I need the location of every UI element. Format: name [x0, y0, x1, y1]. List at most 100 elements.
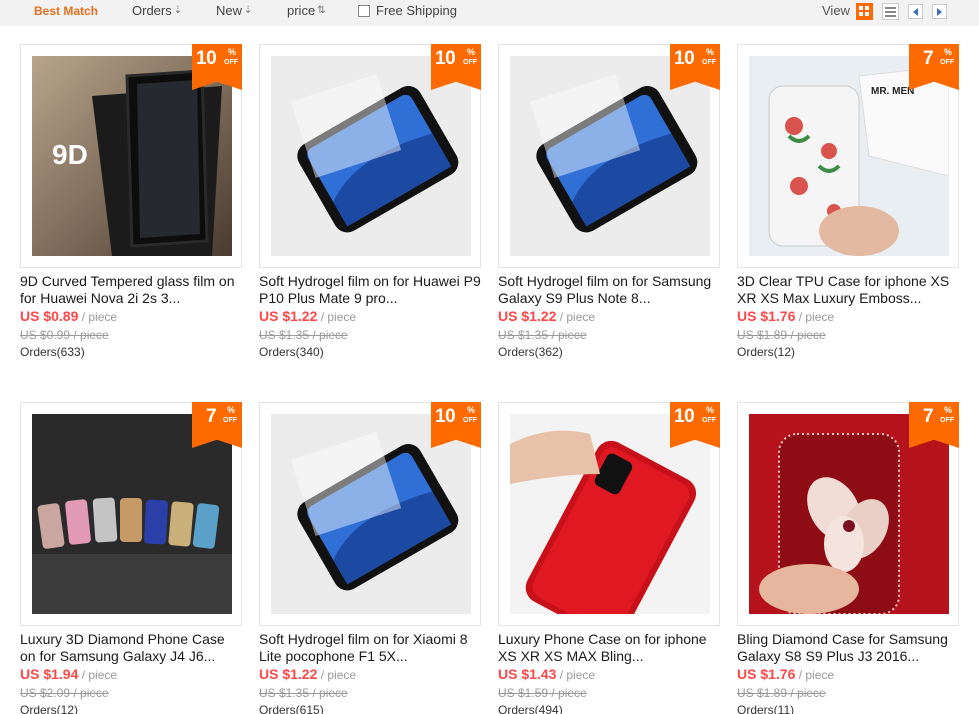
original-price: US $1.35 / piece — [259, 686, 348, 700]
discount-percent-sign: % — [943, 405, 952, 415]
discount-value: 10 — [196, 48, 217, 69]
product-image-frame[interactable]: 9D 10 % OFF — [20, 44, 242, 268]
chevron-left-icon — [913, 7, 918, 16]
price-unit: / piece — [556, 668, 596, 682]
prev-page-button[interactable] — [908, 4, 923, 19]
discount-off-label: OFF — [463, 417, 477, 424]
price-unit: / piece — [795, 310, 835, 324]
discount-off-label: OFF — [940, 59, 954, 66]
product-image-frame[interactable]: 7 % OFF — [20, 402, 242, 626]
product-image-frame[interactable]: 10 % OFF — [498, 44, 720, 268]
order-count: Orders(494) — [498, 703, 563, 714]
product-image-caption: MR. MEN — [871, 86, 914, 97]
product-image-frame[interactable]: 10 % OFF — [259, 44, 481, 268]
price-value: US $1.22 — [259, 308, 318, 324]
original-price: US $1.89 / piece — [737, 328, 826, 342]
product-image-frame[interactable]: MR. MEN 7 % OFF — [737, 44, 959, 268]
product-title[interactable]: Luxury 3D Diamond Phone Case on for Sams… — [20, 631, 242, 665]
order-count: Orders(362) — [498, 345, 563, 359]
original-price: US $0.99 / piece — [20, 328, 109, 342]
discount-value: 10 — [674, 48, 695, 69]
order-count: Orders(11) — [737, 703, 795, 714]
discount-off-label: OFF — [702, 417, 716, 424]
discount-value: 10 — [674, 406, 695, 427]
price-unit: / piece — [317, 310, 357, 324]
discount-off-label: OFF — [940, 417, 954, 424]
price-value: US $1.22 — [259, 666, 318, 682]
sort-price-label: price — [287, 3, 316, 18]
sort-orders-label: Orders — [132, 3, 172, 18]
discount-percent-sign: % — [466, 405, 475, 415]
product-price: US $1.22 / piece — [259, 308, 356, 324]
sort-orders[interactable]: Orders ⇣ — [132, 3, 182, 18]
product-title[interactable]: Soft Hydrogel film on for Xiaomi 8 Lite … — [259, 631, 481, 665]
free-shipping-label: Free Shipping — [376, 3, 457, 18]
order-count: Orders(633) — [20, 345, 85, 359]
discount-off-label: OFF — [224, 59, 238, 66]
product-title[interactable]: Luxury Phone Case on for iphone XS XR XS… — [498, 631, 720, 665]
product-image-frame[interactable]: 10 % OFF — [498, 402, 720, 626]
price-unit: / piece — [317, 668, 357, 682]
product-image-caption: 9D — [52, 139, 88, 170]
next-page-button[interactable] — [932, 4, 947, 19]
list-view-icon — [885, 7, 896, 17]
discount-percent-sign: % — [705, 47, 714, 57]
grid-view-button[interactable] — [856, 3, 873, 20]
product-title[interactable]: Soft Hydrogel film on for Huawei P9 P10 … — [259, 273, 481, 307]
price-unit: / piece — [795, 668, 835, 682]
order-count: Orders(340) — [259, 345, 324, 359]
discount-off-label: OFF — [223, 417, 237, 424]
price-value: US $1.43 — [498, 666, 557, 682]
discount-off-label: OFF — [463, 59, 477, 66]
sort-bar: Best Match Orders ⇣ New ⇣ price ⇅ Free Ship… — [0, 0, 979, 26]
price-value: US $1.76 — [737, 308, 796, 324]
list-view-button[interactable] — [882, 3, 899, 20]
sort-new[interactable]: New ⇣ — [216, 3, 252, 18]
product-title[interactable]: 9D Curved Tempered glass film on for Hua… — [20, 273, 242, 307]
discount-off-label: OFF — [702, 59, 716, 66]
order-count: Orders(12) — [20, 703, 79, 714]
price-value: US $1.22 — [498, 308, 557, 324]
free-shipping-filter[interactable]: Free Shipping — [358, 3, 457, 18]
free-shipping-checkbox[interactable] — [358, 4, 370, 17]
sort-down-icon: ⇣ — [173, 5, 183, 16]
order-count: Orders(12) — [737, 345, 796, 359]
product-price: US $1.76 / piece — [737, 666, 834, 682]
price-value: US $1.76 — [737, 666, 796, 682]
sort-down-icon: ⇣ — [244, 5, 253, 16]
discount-percent-sign: % — [227, 47, 236, 57]
product-title[interactable]: Soft Hydrogel film on for Samsung Galaxy… — [498, 273, 720, 307]
original-price: US $1.89 / piece — [737, 686, 826, 700]
sort-best-match-label: Best Match — [34, 4, 99, 18]
product-title[interactable]: 3D Clear TPU Case for iphone XS XR XS Ma… — [737, 273, 959, 307]
product-image-frame[interactable]: 10 % OFF — [259, 402, 481, 626]
discount-value: 7 — [923, 406, 934, 427]
product-price: US $1.76 / piece — [737, 308, 834, 324]
discount-percent-sign: % — [705, 405, 714, 415]
order-count: Orders(615) — [259, 703, 324, 714]
original-price: US $2.09 / piece — [20, 686, 109, 700]
discount-value: 10 — [435, 48, 456, 69]
original-price: US $1.35 / piece — [498, 328, 587, 342]
product-image-frame[interactable]: 7 % OFF — [737, 402, 959, 626]
discount-value: 7 — [923, 48, 934, 69]
sort-new-label: New — [216, 3, 243, 18]
price-unit: / piece — [78, 310, 118, 324]
chevron-right-icon — [937, 7, 942, 16]
discount-percent-sign: % — [943, 47, 952, 57]
price-unit: / piece — [78, 668, 118, 682]
sort-price[interactable]: price ⇅ — [287, 3, 326, 18]
price-value: US $1.94 — [20, 666, 79, 682]
grid-view-icon — [859, 6, 869, 16]
original-price: US $1.35 / piece — [259, 328, 348, 342]
discount-percent-sign: % — [466, 47, 475, 57]
product-title[interactable]: Bling Diamond Case for Samsung Galaxy S8… — [737, 631, 959, 665]
product-price: US $1.94 / piece — [20, 666, 117, 682]
discount-percent-sign: % — [226, 405, 235, 415]
price-value: US $0.89 — [20, 308, 79, 324]
discount-value: 10 — [435, 406, 456, 427]
product-price: US $0.89 / piece — [20, 308, 117, 324]
sort-best-match[interactable]: Best Match — [34, 4, 98, 18]
discount-value: 7 — [206, 406, 217, 427]
product-price: US $1.22 / piece — [498, 308, 595, 324]
